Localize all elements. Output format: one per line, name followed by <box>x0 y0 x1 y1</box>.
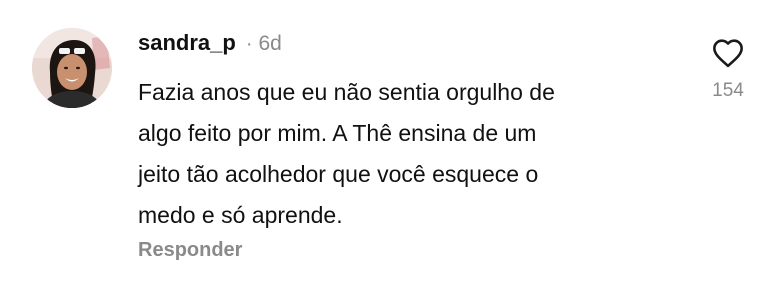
like-area: 154 <box>700 38 756 102</box>
like-button[interactable] <box>711 38 745 68</box>
comment-line: medo e só aprende. <box>138 202 343 228</box>
like-count: 154 <box>712 80 744 101</box>
reply-button[interactable]: Responder <box>138 239 242 262</box>
comment-line: Fazia anos que eu não sentia orgulho de <box>138 79 555 105</box>
heart-outline-icon <box>713 39 743 68</box>
comment: sandra_p · 6d Fazia anos que eu não sent… <box>0 0 780 294</box>
separator-dot: · <box>245 33 253 55</box>
username[interactable]: sandra_p <box>138 30 236 56</box>
timestamp: 6d <box>258 32 282 55</box>
comment-line: jeito tão acolhedor que você esquece o <box>138 161 539 187</box>
comment-header: sandra_p · 6d <box>138 30 282 56</box>
comment-text: Fazia anos que eu não sentia orgulho de … <box>138 72 698 236</box>
avatar-image <box>32 28 112 108</box>
comment-line: algo feito por mim. A Thê ensina de um <box>138 120 537 146</box>
avatar[interactable] <box>32 28 112 108</box>
